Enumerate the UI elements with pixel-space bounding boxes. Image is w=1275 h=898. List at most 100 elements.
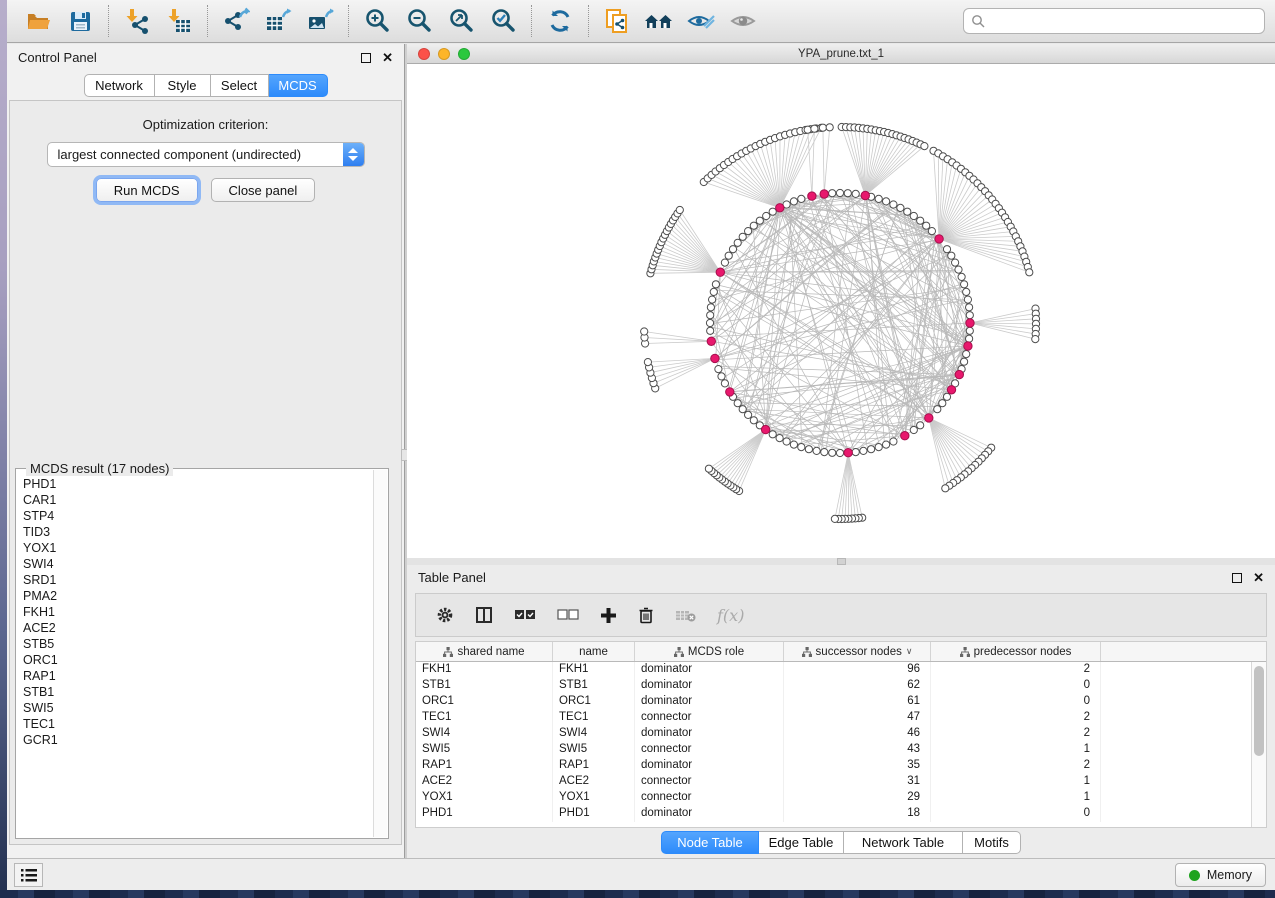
float-table-panel-icon[interactable]	[1232, 573, 1242, 583]
ring-node[interactable]	[868, 446, 875, 453]
mcds-result-item[interactable]: SWI4	[23, 556, 373, 572]
ring-node[interactable]	[883, 441, 890, 448]
zoom-out-button[interactable]	[398, 3, 440, 39]
ring-node[interactable]	[910, 426, 917, 433]
ring-node[interactable]	[706, 319, 713, 326]
mcds-result-item[interactable]: ORC1	[23, 652, 373, 668]
mcds-node[interactable]	[925, 414, 933, 422]
ring-node[interactable]	[910, 212, 917, 219]
ring-node[interactable]	[829, 190, 836, 197]
ring-node[interactable]	[890, 438, 897, 445]
open-file-button[interactable]	[17, 3, 59, 39]
table-row[interactable]: TEC1TEC1connector472	[416, 710, 1251, 726]
ring-node[interactable]	[813, 447, 820, 454]
table-row[interactable]: SWI5SWI5connector431	[416, 742, 1251, 758]
mcds-result-scrollbar[interactable]	[373, 470, 387, 837]
mcds-result-item[interactable]: PMA2	[23, 588, 373, 604]
duplicate-network-button[interactable]	[596, 3, 638, 39]
optimization-criterion-select[interactable]: largest connected component (undirected)	[47, 142, 365, 167]
ring-node[interactable]	[756, 217, 763, 224]
table-row[interactable]: FKH1FKH1dominator962	[416, 662, 1251, 678]
mcds-result-item[interactable]: SWI5	[23, 700, 373, 716]
mcds-result-item[interactable]: ACE2	[23, 620, 373, 636]
ring-node[interactable]	[763, 212, 770, 219]
export-table-button[interactable]	[257, 3, 299, 39]
column-header-MCDS-role[interactable]: MCDS role	[635, 642, 784, 661]
ring-node[interactable]	[739, 233, 746, 240]
tab-network-table[interactable]: Network Table	[844, 831, 963, 854]
mcds-node[interactable]	[935, 235, 943, 243]
select-all-button[interactable]	[514, 609, 536, 621]
mcds-node[interactable]	[716, 268, 724, 276]
table-row[interactable]: RAP1RAP1dominator352	[416, 758, 1251, 774]
ring-node[interactable]	[852, 449, 859, 456]
maximize-window-icon[interactable]	[458, 48, 470, 60]
ring-node[interactable]	[958, 273, 965, 280]
ring-node[interactable]	[821, 449, 828, 456]
mcds-node[interactable]	[726, 388, 734, 396]
ring-node[interactable]	[715, 366, 722, 373]
ring-node[interactable]	[739, 406, 746, 413]
mcds-result-item[interactable]: STP4	[23, 508, 373, 524]
show-column-button[interactable]	[475, 606, 493, 624]
ring-node[interactable]	[707, 312, 714, 319]
leaf-node[interactable]	[1032, 336, 1039, 343]
task-history-button[interactable]	[14, 863, 43, 887]
ring-node[interactable]	[776, 435, 783, 442]
mcds-node[interactable]	[820, 190, 828, 198]
ring-node[interactable]	[966, 327, 973, 334]
mcds-result-item[interactable]: RAP1	[23, 668, 373, 684]
ring-node[interactable]	[966, 335, 973, 342]
zoom-in-button[interactable]	[356, 3, 398, 39]
mcds-result-item[interactable]: YOX1	[23, 540, 373, 556]
tab-network[interactable]: Network	[84, 74, 155, 97]
mcds-result-list[interactable]: PHD1CAR1STP4TID3YOX1SWI4SRD1PMA2FKH1ACE2…	[17, 476, 373, 837]
leaf-node[interactable]	[804, 126, 811, 133]
import-table-button[interactable]	[158, 3, 200, 39]
ring-node[interactable]	[709, 296, 716, 303]
ring-node[interactable]	[875, 195, 882, 202]
ring-node[interactable]	[798, 444, 805, 451]
create-column-button[interactable]	[600, 607, 617, 624]
column-header-successor-nodes[interactable]: successor nodes∨	[784, 642, 931, 661]
network-canvas[interactable]	[407, 64, 1275, 558]
ring-node[interactable]	[718, 373, 725, 380]
ring-node[interactable]	[890, 201, 897, 208]
ring-node[interactable]	[769, 208, 776, 215]
mcds-node[interactable]	[707, 337, 715, 345]
leaf-node[interactable]	[831, 515, 838, 522]
table-row[interactable]: ORC1ORC1dominator610	[416, 694, 1251, 710]
memory-button[interactable]: Memory	[1175, 863, 1266, 887]
ring-node[interactable]	[790, 441, 797, 448]
ring-node[interactable]	[725, 252, 732, 259]
table-row[interactable]: ACE2ACE2connector311	[416, 774, 1251, 790]
zoom-fit-button[interactable]	[440, 3, 482, 39]
mcds-result-item[interactable]: GCR1	[23, 732, 373, 748]
float-panel-icon[interactable]	[361, 53, 371, 63]
leaf-node[interactable]	[826, 124, 833, 131]
table-row[interactable]: YOX1YOX1connector291	[416, 790, 1251, 806]
ring-node[interactable]	[836, 189, 843, 196]
column-header-name[interactable]: name	[553, 642, 635, 661]
leaf-node[interactable]	[644, 359, 651, 366]
close-panel-icon[interactable]: ✕	[382, 53, 393, 63]
ring-node[interactable]	[966, 312, 973, 319]
function-builder-button[interactable]: f(x)	[717, 606, 744, 625]
ring-node[interactable]	[875, 444, 882, 451]
mcds-node[interactable]	[808, 192, 816, 200]
ring-node[interactable]	[734, 239, 741, 246]
table-row[interactable]: STB1STB1dominator620	[416, 678, 1251, 694]
leaf-node[interactable]	[811, 125, 818, 132]
table-mode-button[interactable]	[436, 606, 454, 624]
table-scrollbar[interactable]	[1251, 662, 1266, 827]
mcds-result-item[interactable]: TEC1	[23, 716, 373, 732]
tab-motifs[interactable]: Motifs	[963, 831, 1021, 854]
ring-node[interactable]	[707, 304, 714, 311]
ring-node[interactable]	[961, 281, 968, 288]
ring-node[interactable]	[917, 217, 924, 224]
close-table-panel-icon[interactable]: ✕	[1253, 573, 1264, 583]
mcds-node[interactable]	[955, 370, 963, 378]
minimize-window-icon[interactable]	[438, 48, 450, 60]
run-mcds-button[interactable]: Run MCDS	[96, 178, 198, 202]
leaf-node[interactable]	[705, 465, 712, 472]
